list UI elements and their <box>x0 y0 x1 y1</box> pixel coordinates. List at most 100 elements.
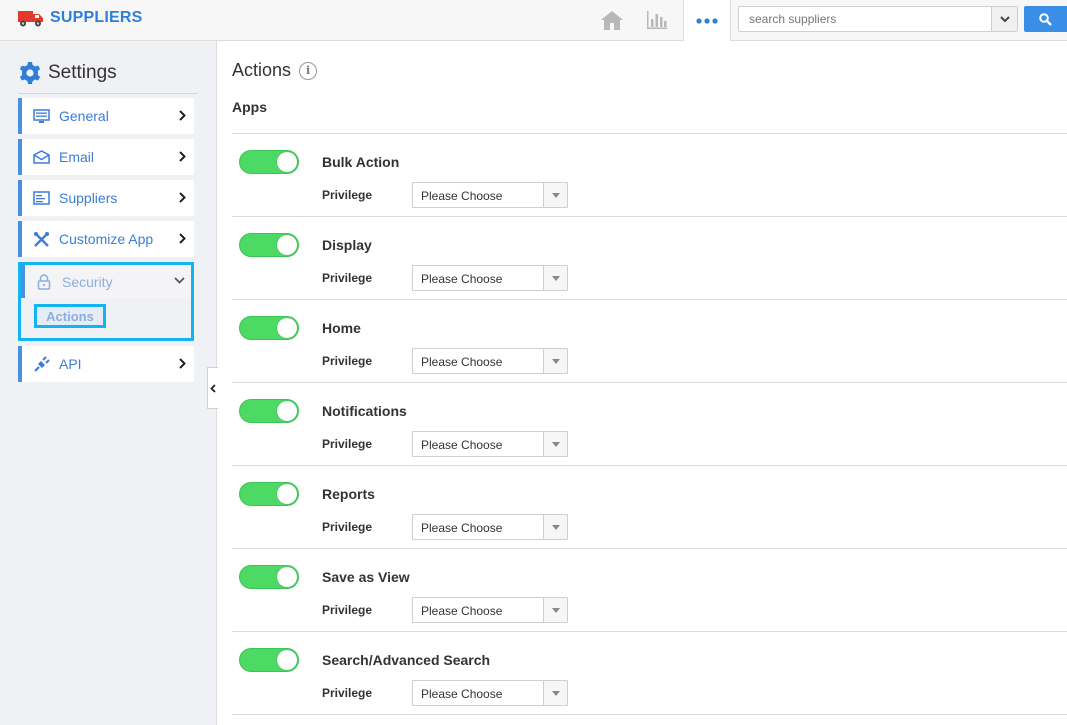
security-submenu: Actions <box>21 298 191 338</box>
privilege-label: Privilege <box>322 686 373 700</box>
sidebar-collapse-toggle[interactable] <box>207 367 218 409</box>
caret-down-icon <box>543 681 567 705</box>
sidebar-nav: General Email Suppliers Customize App Se… <box>18 98 194 387</box>
privilege-label: Privilege <box>322 520 373 534</box>
privilege-label: Privilege <box>322 271 373 285</box>
chevron-right-icon <box>179 151 186 162</box>
action-name: Bulk Action <box>322 154 400 170</box>
page-header: Actions i <box>232 60 318 81</box>
envelope-icon <box>32 148 50 166</box>
action-row: Home Privilege Please Choose <box>232 300 1067 383</box>
chevron-down-icon <box>999 15 1010 22</box>
sidebar-item-label: Email <box>59 149 95 165</box>
sidebar-item-label: General <box>59 108 109 124</box>
sidebar-item-label: Suppliers <box>59 190 118 206</box>
action-row: Bulk Action Privilege Please Choose <box>232 134 1067 217</box>
privilege-select[interactable]: Please Choose <box>412 514 568 540</box>
action-row: Search/Advanced Search Privilege Please … <box>232 632 1067 715</box>
chevron-right-icon <box>179 358 186 369</box>
sidebar-item-api[interactable]: API <box>18 346 194 382</box>
sidebar-divider <box>18 93 198 94</box>
chevron-down-icon <box>174 277 185 284</box>
action-toggle[interactable] <box>239 648 299 672</box>
privilege-select-value: Please Choose <box>421 521 503 535</box>
caret-down-icon <box>543 432 567 456</box>
chevron-right-icon <box>179 233 186 244</box>
action-name: Save as View <box>322 569 410 585</box>
info-icon[interactable]: i <box>299 61 318 80</box>
plug-icon <box>32 355 50 373</box>
action-row: Reports Privilege Please Choose <box>232 466 1067 549</box>
action-toggle[interactable] <box>239 150 299 174</box>
chevron-left-icon <box>210 383 216 393</box>
home-icon <box>601 11 623 30</box>
settings-sidebar: Settings General Email Suppliers Customi… <box>0 41 217 725</box>
privilege-select[interactable]: Please Choose <box>412 265 568 291</box>
toggle-knob <box>277 318 297 338</box>
toggle-knob <box>277 152 297 172</box>
privilege-select-value: Please Choose <box>421 687 503 701</box>
privilege-label: Privilege <box>322 354 373 368</box>
sidebar-subitem-label: Actions <box>46 308 94 324</box>
section-title: Apps <box>232 99 267 115</box>
action-toggle[interactable] <box>239 399 299 423</box>
action-name: Home <box>322 320 361 336</box>
search-input[interactable] <box>739 7 993 31</box>
page-title: Actions <box>232 60 292 80</box>
caret-down-icon <box>543 515 567 539</box>
action-row: Save as View Privilege Please Choose <box>232 549 1067 632</box>
sidebar-item-general[interactable]: General <box>18 98 194 134</box>
toggle-knob <box>277 235 297 255</box>
privilege-select[interactable]: Please Choose <box>412 597 568 623</box>
privilege-select[interactable]: Please Choose <box>412 680 568 706</box>
toggle-knob <box>277 650 297 670</box>
action-row: Notifications Privilege Please Choose <box>232 383 1067 466</box>
action-name: Notifications <box>322 403 407 419</box>
action-toggle[interactable] <box>239 316 299 340</box>
top-bar: SUPPLIERS <box>0 0 1067 41</box>
search-button[interactable] <box>1024 6 1067 32</box>
chevron-right-icon <box>179 192 186 203</box>
truck-icon <box>18 11 43 27</box>
privilege-select-value: Please Choose <box>421 604 503 618</box>
privilege-select[interactable]: Please Choose <box>412 348 568 374</box>
privilege-label: Privilege <box>322 603 373 617</box>
sidebar-header: Settings <box>18 61 117 85</box>
app-title: SUPPLIERS <box>50 9 143 26</box>
toggle-knob <box>277 567 297 587</box>
sidebar-item-security[interactable]: Security <box>21 265 191 298</box>
search-dropdown[interactable] <box>991 7 1017 31</box>
search-box <box>738 6 1018 32</box>
sidebar-subitem-actions[interactable]: Actions <box>34 304 106 328</box>
caret-down-icon <box>543 598 567 622</box>
search-icon <box>1039 12 1052 26</box>
chevron-right-icon <box>179 110 186 121</box>
app-brand[interactable]: SUPPLIERS <box>18 8 143 28</box>
reports-button[interactable] <box>635 0 679 40</box>
action-toggle[interactable] <box>239 565 299 589</box>
sidebar-item-customize-app[interactable]: Customize App <box>18 221 194 257</box>
bar-chart-icon <box>647 11 667 29</box>
privilege-select-value: Please Choose <box>421 438 503 452</box>
action-name: Display <box>322 237 372 253</box>
privilege-select-value: Please Choose <box>421 189 503 203</box>
action-name: Search/Advanced Search <box>322 652 491 668</box>
action-toggle[interactable] <box>239 482 299 506</box>
sidebar-item-label: Security <box>62 273 113 290</box>
action-toggle[interactable] <box>239 233 299 257</box>
sidebar-item-label: Customize App <box>59 231 154 247</box>
sidebar-item-suppliers[interactable]: Suppliers <box>18 180 194 216</box>
home-button[interactable] <box>590 0 634 40</box>
action-name: Reports <box>322 486 375 502</box>
privilege-label: Privilege <box>322 188 373 202</box>
privilege-select[interactable]: Please Choose <box>412 431 568 457</box>
lock-icon <box>35 273 53 291</box>
more-button[interactable] <box>683 0 731 41</box>
sidebar-item-email[interactable]: Email <box>18 139 194 175</box>
privilege-select[interactable]: Please Choose <box>412 182 568 208</box>
caret-down-icon <box>543 349 567 373</box>
sidebar-title: Settings <box>48 62 117 83</box>
sidebar-item-label: API <box>59 356 82 372</box>
list-icon <box>32 189 50 207</box>
actions-list: Bulk Action Privilege Please Choose Disp… <box>232 133 1067 715</box>
